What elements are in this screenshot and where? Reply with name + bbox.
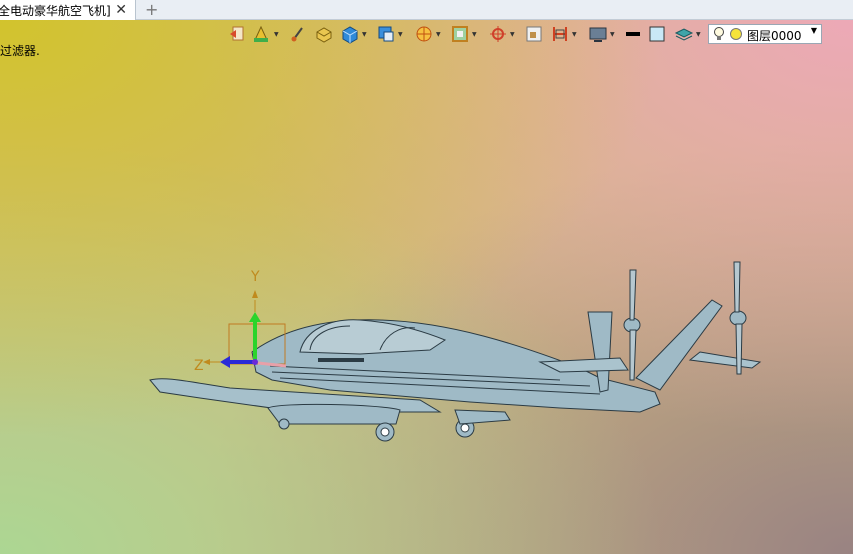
z-axis-arrow — [220, 356, 230, 368]
y-axis-tip — [252, 290, 258, 298]
airplane-model[interactable] — [149, 261, 762, 442]
z-axis-tip — [203, 359, 210, 365]
gizmo-origin[interactable] — [252, 359, 258, 365]
fuselage-marking — [318, 358, 364, 362]
model-scene: Y Z — [149, 261, 762, 442]
y-axis-label: Y — [250, 269, 260, 285]
z-axis-label: Z — [194, 358, 204, 374]
y-axis-arrow — [249, 312, 261, 322]
